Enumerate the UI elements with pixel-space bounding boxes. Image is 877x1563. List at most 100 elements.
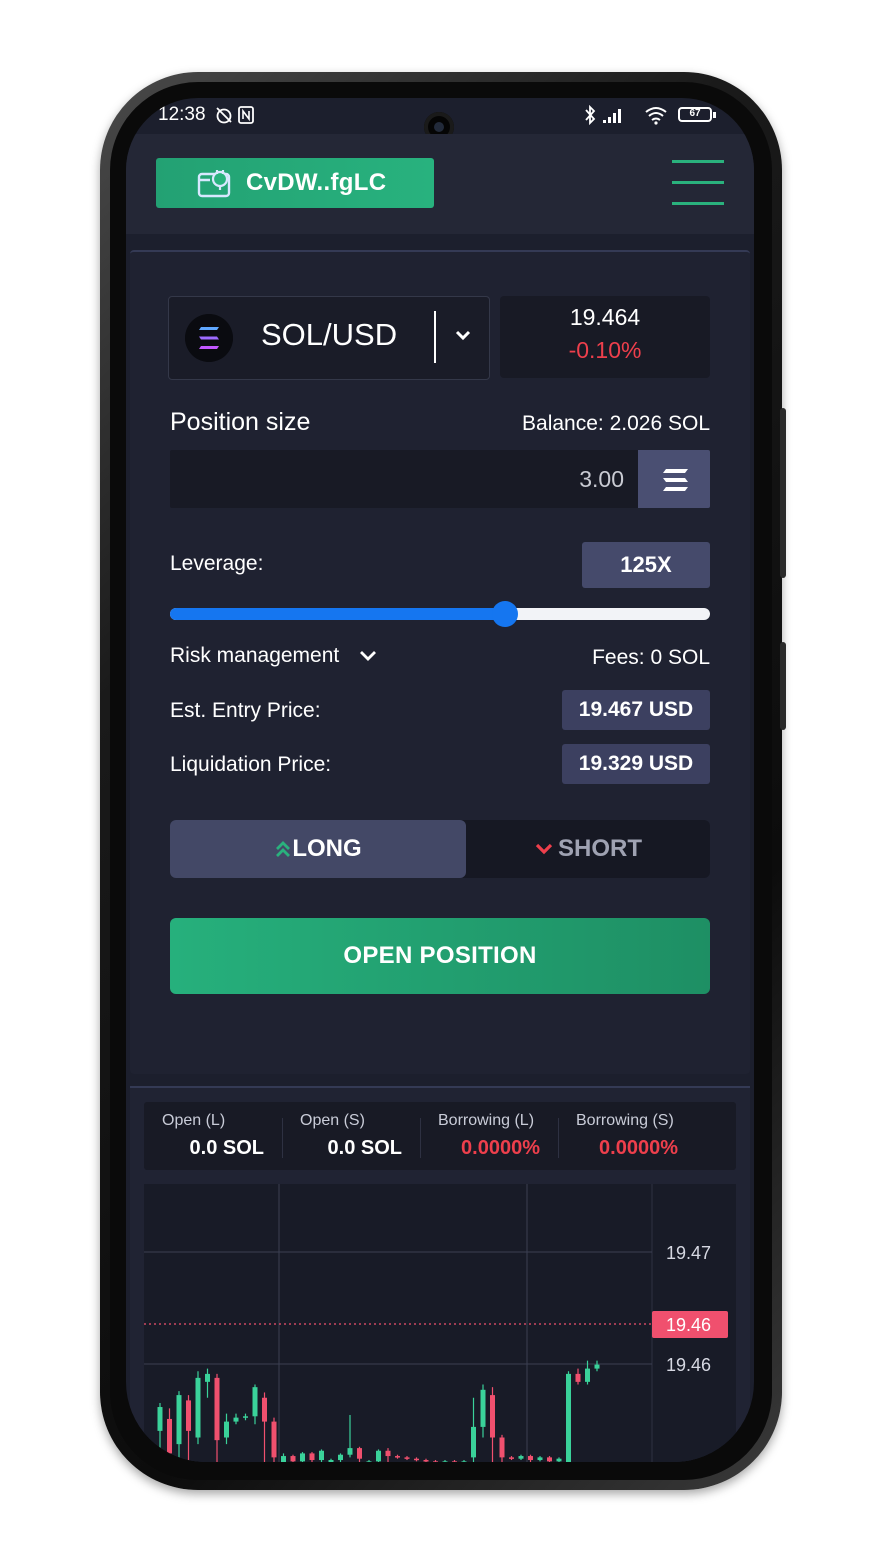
slider-fill bbox=[170, 608, 505, 620]
short-button[interactable]: SHORT bbox=[466, 820, 710, 878]
wallet-button[interactable]: CvDW..fgLC bbox=[156, 158, 434, 208]
candle-up bbox=[442, 1461, 448, 1462]
candle-up bbox=[471, 1426, 476, 1458]
solana-token-icon bbox=[663, 469, 688, 491]
market-stats-panel: Open (L) 0.0 SOL Open (S) 0.0 SOL Borrow… bbox=[130, 1086, 750, 1462]
battery-icon: 67 bbox=[678, 107, 712, 122]
candle-up bbox=[328, 1460, 334, 1462]
candle-up bbox=[585, 1368, 590, 1382]
candle-down bbox=[262, 1397, 267, 1422]
power-button bbox=[780, 642, 786, 730]
stat-value: 0.0000% bbox=[461, 1137, 540, 1159]
candles-group bbox=[157, 1360, 600, 1462]
candle-down bbox=[186, 1400, 191, 1431]
price-axis-label: 19.46 bbox=[666, 1355, 711, 1375]
market-selector[interactable]: SOL/USD bbox=[168, 296, 490, 380]
alarm-off-icon bbox=[216, 107, 232, 124]
fees-label: Fees: 0 SOL bbox=[592, 646, 710, 669]
candle-up bbox=[366, 1461, 372, 1462]
open-position-button[interactable]: OPEN POSITION bbox=[170, 918, 710, 994]
price-axis-label: 19.47 bbox=[666, 1243, 711, 1263]
current-price-tag: 19.46 bbox=[666, 1315, 711, 1335]
stat-open-long: Open (L) 0.0 SOL bbox=[144, 1102, 282, 1170]
leverage-label: Leverage: bbox=[170, 552, 264, 575]
chevron-down-icon bbox=[535, 843, 553, 855]
candle-up bbox=[594, 1364, 600, 1369]
stat-value: 0.0 SOL bbox=[327, 1137, 402, 1159]
candle-up bbox=[319, 1450, 324, 1461]
candle-up bbox=[195, 1377, 201, 1438]
double-chevron-up-icon bbox=[276, 841, 291, 857]
candle-down bbox=[395, 1456, 400, 1458]
status-time: 12:38 bbox=[158, 104, 206, 125]
candle-down bbox=[509, 1457, 514, 1459]
candle-up bbox=[338, 1454, 343, 1461]
current-price: 19.464 bbox=[569, 304, 641, 330]
candle-down bbox=[385, 1450, 391, 1457]
wallet-plug-icon bbox=[197, 170, 231, 198]
long-button[interactable]: LONG bbox=[170, 820, 466, 878]
candle-up bbox=[243, 1416, 248, 1418]
candle-down bbox=[309, 1453, 315, 1461]
market-pair-label: SOL/USD bbox=[261, 317, 398, 352]
direction-toggle: LONG SHORT bbox=[170, 820, 710, 878]
stat-label: Borrowing (S) bbox=[576, 1112, 674, 1129]
wallet-address: CvDW..fgLC bbox=[246, 169, 387, 196]
candle-up bbox=[300, 1453, 305, 1462]
candle-up bbox=[157, 1407, 163, 1431]
price-ticker: 19.464 -0.10% bbox=[500, 296, 710, 378]
chevron-down-icon[interactable] bbox=[451, 323, 475, 347]
liquidation-price-value: 19.329 USD bbox=[562, 744, 710, 784]
stat-borrowing-long: Borrowing (L) 0.0000% bbox=[420, 1102, 558, 1170]
leverage-slider[interactable] bbox=[170, 601, 710, 627]
entry-price-label: Est. Entry Price: bbox=[170, 699, 321, 722]
candle-up bbox=[556, 1458, 562, 1462]
candle-up bbox=[252, 1387, 258, 1417]
candle-down bbox=[490, 1395, 495, 1438]
stat-open-short: Open (S) 0.0 SOL bbox=[282, 1102, 420, 1170]
candle-up bbox=[224, 1421, 229, 1438]
token-selector-button[interactable] bbox=[638, 450, 710, 508]
candle-down bbox=[357, 1448, 362, 1459]
stat-borrowing-short: Borrowing (S) 0.0000% bbox=[558, 1102, 696, 1170]
short-label: SHORT bbox=[558, 835, 642, 862]
candle-up bbox=[537, 1457, 543, 1461]
candle-down bbox=[214, 1377, 220, 1441]
wifi-icon bbox=[645, 107, 667, 125]
candle-down bbox=[404, 1457, 410, 1459]
candle-down bbox=[433, 1461, 438, 1462]
candle-up bbox=[281, 1456, 286, 1462]
price-change: -0.10% bbox=[568, 337, 642, 363]
hamburger-menu-icon[interactable] bbox=[672, 160, 724, 206]
candle-up bbox=[461, 1461, 467, 1462]
candle-down bbox=[423, 1460, 429, 1462]
balance-label: Balance: 2.026 SOL bbox=[522, 412, 710, 435]
trade-panel: SOL/USD 19.464 -0.10% Position size Bala… bbox=[130, 250, 750, 1074]
bluetooth-icon bbox=[585, 105, 596, 125]
position-size-label: Position size bbox=[170, 408, 311, 436]
slider-thumb[interactable] bbox=[491, 601, 518, 627]
candle-up bbox=[205, 1373, 210, 1382]
stat-value: 0.0000% bbox=[599, 1137, 678, 1159]
app-header: CvDW..fgLC bbox=[126, 134, 754, 234]
long-label: LONG bbox=[292, 835, 362, 862]
app-screen: 12:38 67 CvDW..fgLC SOL/USD 19.464 -0.10… bbox=[126, 98, 754, 1462]
risk-management-toggle[interactable]: Risk management bbox=[170, 644, 379, 668]
leverage-value[interactable]: 125X bbox=[582, 542, 710, 588]
chevron-down-icon bbox=[360, 651, 377, 661]
candle-down bbox=[499, 1437, 505, 1458]
stat-label: Open (L) bbox=[162, 1112, 226, 1129]
candle-up bbox=[347, 1448, 353, 1455]
stat-label: Open (S) bbox=[300, 1112, 365, 1129]
candle-down bbox=[575, 1373, 581, 1382]
stat-value: 0.0 SOL bbox=[189, 1137, 264, 1159]
candle-down bbox=[414, 1458, 419, 1461]
candle-up bbox=[480, 1389, 486, 1427]
candle-down bbox=[290, 1456, 296, 1462]
price-chart[interactable]: 19.47 19.46 19.46 bbox=[144, 1184, 736, 1462]
candle-down bbox=[167, 1418, 172, 1454]
position-size-input[interactable]: 3.00 bbox=[170, 450, 638, 508]
candlestick-chart[interactable]: 19.47 19.46 19.46 bbox=[144, 1184, 736, 1462]
liquidation-price-label: Liquidation Price: bbox=[170, 753, 332, 776]
candle-down bbox=[528, 1456, 533, 1461]
